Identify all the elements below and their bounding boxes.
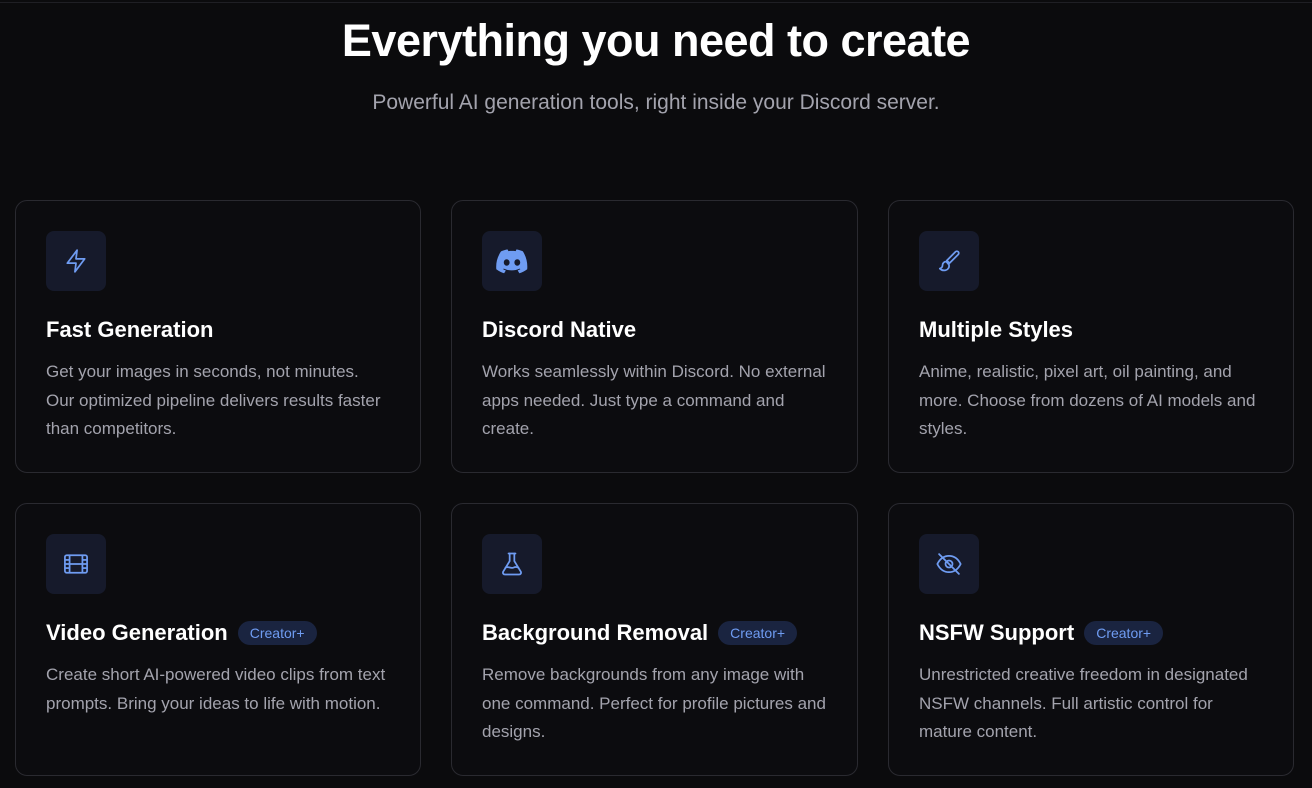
feature-description: Unrestricted creative freedom in designa… (919, 665, 1248, 741)
feature-title: Multiple Styles (919, 317, 1074, 342)
feature-card-nsfw-support: NSFW Support Creator+ Unrestricted creat… (888, 503, 1294, 776)
feature-description: Create short AI-powered video clips from… (46, 665, 386, 713)
flask-icon (482, 534, 542, 594)
plan-badge: Creator+ (1084, 621, 1164, 645)
film-icon (46, 534, 106, 594)
top-divider (0, 2, 1312, 3)
paintbrush-icon (919, 231, 979, 291)
lightning-icon (46, 231, 106, 291)
feature-description: Works seamlessly within Discord. No exte… (482, 362, 826, 438)
feature-card-background-removal: Background Removal Creator+ Remove backg… (451, 503, 858, 776)
features-grid: Fast Generation Get your images in secon… (15, 200, 1295, 776)
feature-card-video-generation: Video Generation Creator+ Create short A… (15, 503, 421, 776)
feature-description: Anime, realistic, pixel art, oil paintin… (919, 362, 1256, 438)
feature-title: NSFW Support (919, 620, 1075, 645)
section-subtitle: Powerful AI generation tools, right insi… (372, 91, 940, 114)
plan-badge: Creator+ (718, 621, 798, 645)
feature-description: Remove backgrounds from any image with o… (482, 665, 826, 741)
feature-title: Discord Native (482, 317, 637, 342)
feature-card-multiple-styles: Multiple Styles Anime, realistic, pixel … (888, 200, 1294, 473)
feature-title: Background Removal (482, 620, 709, 645)
eye-off-icon (919, 534, 979, 594)
feature-card-discord-native: Discord Native Works seamlessly within D… (451, 200, 858, 473)
discord-icon (482, 231, 542, 291)
feature-card-fast-generation: Fast Generation Get your images in secon… (15, 200, 421, 473)
feature-title: Fast Generation (46, 317, 214, 342)
feature-description: Get your images in seconds, not minutes.… (46, 362, 381, 438)
plan-badge: Creator+ (237, 621, 317, 645)
section-title: Everything you need to create (341, 15, 971, 66)
feature-title: Video Generation (46, 620, 228, 645)
